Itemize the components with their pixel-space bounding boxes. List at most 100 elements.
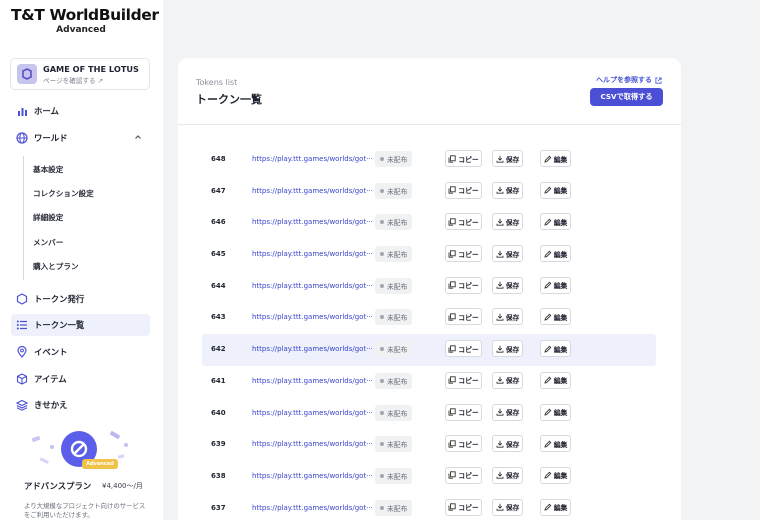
copy-button[interactable]: コピー [445, 150, 482, 167]
nav-item-token-issue[interactable]: トークン発行 [11, 288, 150, 310]
edit-button[interactable]: 編集 [540, 435, 571, 453]
page-title: トークン一覧 [196, 93, 262, 106]
edit-icon [544, 281, 552, 289]
token-url-link[interactable]: https://play.ttt.games/worlds/got··· [252, 218, 372, 226]
status-badge: 未配布 [375, 151, 413, 167]
brand[interactable]: T&T WorldBuilder Advanced [11, 6, 159, 35]
status-badge: 未配布 [375, 309, 413, 326]
save-button[interactable]: 保存 [492, 150, 523, 167]
save-label: 保存 [505, 409, 520, 417]
edit-button[interactable]: 編集 [540, 466, 571, 484]
copy-button[interactable]: コピー [445, 181, 482, 199]
copy-label: コピー [458, 187, 479, 196]
nav-sub-collection-settings[interactable]: コレクション設定 [33, 188, 94, 199]
copy-button[interactable]: コピー [445, 498, 482, 516]
save-button[interactable]: 保存 [492, 213, 523, 231]
save-button[interactable]: 保存 [492, 245, 523, 263]
edit-button[interactable]: 編集 [540, 181, 571, 199]
edit-icon [544, 503, 552, 511]
token-url-link[interactable]: https://play.ttt.games/worlds/got··· [252, 504, 372, 512]
nav-home-label: ホーム [34, 106, 59, 116]
copy-button[interactable]: コピー [445, 308, 482, 326]
status-label: 未配布 [387, 187, 408, 196]
nav-item-home[interactable]: ホーム [11, 100, 150, 122]
table-row: 648 https://play.ttt.games/worlds/got··· 未… [202, 144, 656, 176]
map-pin-icon [16, 346, 28, 358]
token-url-link[interactable]: https://play.ttt.games/worlds/got··· [252, 250, 372, 258]
help-link[interactable]: ヘルプを参照する [596, 75, 662, 85]
nav-item-event[interactable]: イベント [11, 341, 150, 363]
edit-label: 編集 [553, 250, 568, 259]
edit-button[interactable]: 編集 [540, 371, 571, 389]
download-icon [496, 345, 504, 353]
token-url-link[interactable]: https://play.ttt.games/worlds/got··· [252, 313, 372, 321]
save-button[interactable]: 保存 [492, 308, 523, 326]
token-url-link[interactable]: https://play.ttt.games/worlds/got··· [252, 187, 372, 195]
nav-world-label: ワールド [34, 133, 68, 143]
copy-label: コピー [458, 155, 479, 164]
save-button[interactable]: 保存 [492, 181, 523, 199]
edit-button[interactable]: 編集 [540, 245, 571, 263]
download-icon [496, 377, 504, 384]
copy-button[interactable]: コピー [445, 371, 482, 389]
token-url-link[interactable]: https://play.ttt.games/worlds/got··· [252, 155, 372, 163]
edit-button[interactable]: 編集 [540, 213, 571, 231]
plan-promo-card[interactable]: Advanced アドバンスプラン ¥4,400〜/月 より大規模なプロジェクト… [18, 425, 145, 520]
chevron-up-icon[interactable] [134, 133, 142, 143]
edit-button[interactable]: 編集 [540, 403, 571, 421]
token-url-link[interactable]: https://play.ttt.games/worlds/got··· [252, 345, 372, 353]
project-view-link[interactable]: ページを確認する ↗ [43, 75, 139, 85]
csv-export-button[interactable]: CSVで取得する [590, 88, 663, 106]
nav-sub-members[interactable]: メンバー [33, 237, 63, 248]
submenu-divider [23, 156, 24, 280]
save-button[interactable]: 保存 [492, 466, 523, 484]
status-dot-icon [380, 410, 384, 415]
copy-button[interactable]: コピー [445, 245, 482, 263]
plan-tag: Advanced [82, 459, 118, 469]
copy-button[interactable]: コピー [445, 435, 482, 453]
token-url-link[interactable]: https://play.ttt.games/worlds/got··· [252, 409, 372, 417]
edit-label: 編集 [553, 345, 568, 354]
copy-button[interactable]: コピー [445, 276, 482, 294]
copy-button[interactable]: コピー [445, 466, 482, 484]
edit-button[interactable]: 編集 [540, 150, 571, 167]
edit-button[interactable]: 編集 [540, 308, 571, 326]
copy-button[interactable]: コピー [445, 213, 482, 231]
copy-button[interactable]: コピー [445, 403, 482, 421]
nav-sub-detail-settings[interactable]: 詳細設定 [33, 212, 63, 223]
status-label: 未配布 [387, 472, 408, 481]
save-button[interactable]: 保存 [492, 435, 523, 453]
status-label: 未配布 [387, 282, 408, 291]
nav-item-item[interactable]: アイテム [11, 368, 150, 390]
token-url-link[interactable]: https://play.ttt.games/worlds/got··· [252, 282, 372, 290]
save-button[interactable]: 保存 [492, 276, 523, 294]
nav-sub-basic-settings[interactable]: 基本設定 [33, 164, 63, 175]
status-dot-icon [380, 315, 384, 320]
token-url-link[interactable]: https://play.ttt.games/worlds/got··· [252, 472, 372, 480]
save-button[interactable]: 保存 [492, 403, 523, 421]
token-id: 648 [211, 155, 226, 163]
token-url-link[interactable]: https://play.ttt.games/worlds/got··· [252, 440, 372, 448]
table-row: 643 https://play.ttt.games/worlds/got··· 未… [202, 302, 656, 334]
project-card[interactable]: GAME OF THE LOTUS ページを確認する ↗ [10, 58, 150, 90]
nav-item-dressup[interactable]: きせかえ [11, 394, 150, 416]
copy-icon [448, 408, 456, 416]
token-url-link[interactable]: https://play.ttt.games/worlds/got··· [252, 377, 372, 385]
copy-button[interactable]: コピー [445, 340, 482, 358]
brand-logo: T&T WorldBuilder [11, 6, 159, 24]
save-button[interactable]: 保存 [492, 340, 523, 358]
edit-button[interactable]: 編集 [540, 276, 571, 294]
save-button[interactable]: 保存 [492, 371, 523, 389]
nav-sub-purchase-plan[interactable]: 購入とプラン [33, 261, 79, 272]
edit-button[interactable]: 編集 [540, 498, 571, 516]
status-dot-icon [380, 378, 384, 383]
project-logo-icon [17, 64, 37, 84]
save-button[interactable]: 保存 [492, 498, 523, 516]
token-id: 637 [211, 503, 226, 512]
token-id: 644 [211, 281, 226, 290]
nav-item-token-list[interactable]: トークン一覧 [11, 314, 150, 336]
copy-icon [448, 471, 456, 480]
nav-item-world[interactable]: ワールド [11, 127, 150, 149]
status-dot-icon [380, 283, 384, 288]
edit-button[interactable]: 編集 [540, 340, 571, 358]
